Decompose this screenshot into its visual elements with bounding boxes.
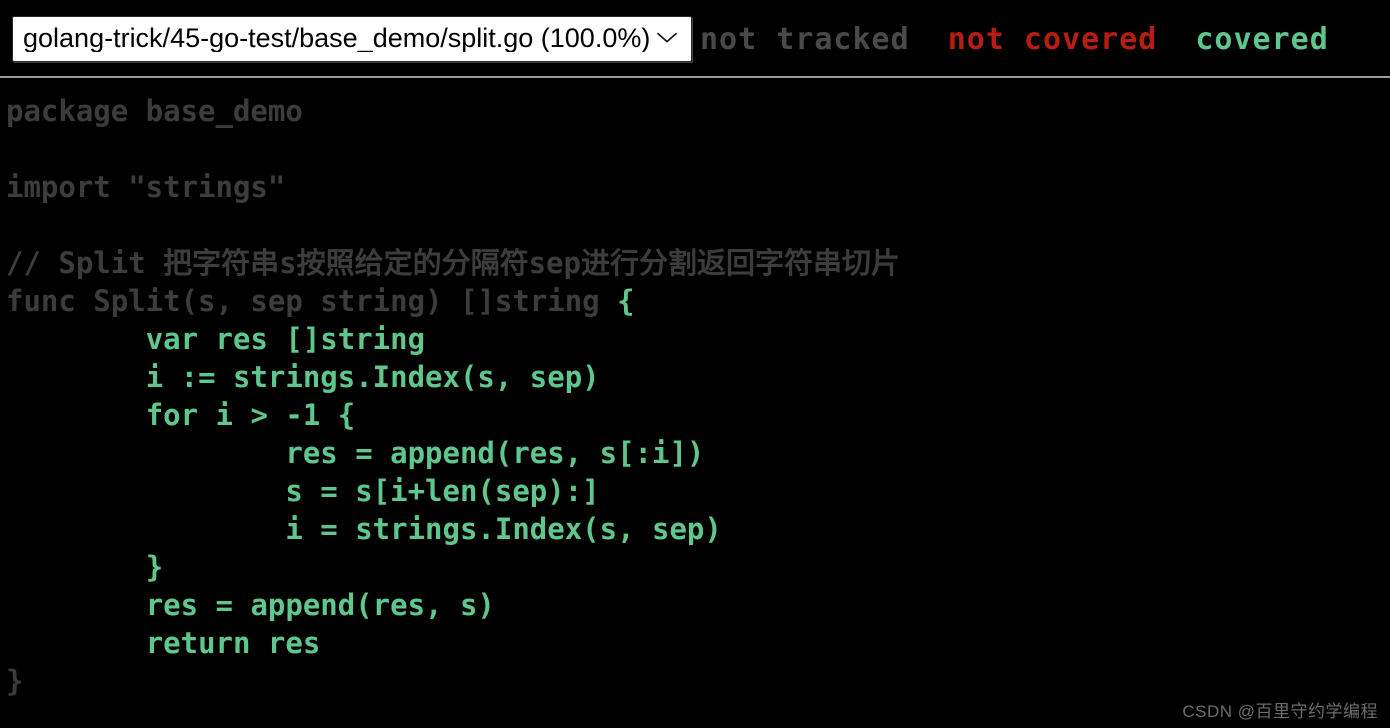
code-segment: func Split(s, sep string) []string [6, 284, 618, 318]
code-segment: // Split 把字符串s按照给定的分隔符sep进行分割返回字符串切片 [6, 246, 900, 280]
code-segment: i = strings.Index(s, sep) [6, 512, 722, 546]
code-segment: i := strings.Index(s, sep) [6, 360, 600, 394]
code-segment: for i > -1 { [6, 398, 356, 432]
file-select[interactable]: golang-trick/45-go-test/base_demo/split.… [12, 16, 692, 62]
source-code-block: package base_demo import "strings" // Sp… [0, 78, 1390, 700]
code-segment: package base_demo [6, 94, 303, 128]
code-segment: } [6, 664, 24, 698]
code-content-panel[interactable]: package base_demo import "strings" // Sp… [0, 78, 1390, 728]
code-segment: { [617, 284, 635, 318]
legend-item-covered: covered [1195, 21, 1329, 57]
code-segment: var res []string [6, 322, 426, 356]
legend-item-not-covered: not covered [947, 21, 1158, 57]
coverage-report-page: golang-trick/45-go-test/base_demo/split.… [0, 0, 1390, 728]
code-segment: } [6, 550, 164, 584]
code-segment: res = append(res, s[:i]) [6, 436, 705, 470]
coverage-legend: not tracked not covered covered [700, 0, 1329, 78]
code-segment: s = s[i+len(sep):] [6, 474, 600, 508]
legend-item-not-tracked: not tracked [700, 21, 910, 57]
code-segment: res = append(res, s) [6, 588, 495, 622]
code-segment: import "strings" [6, 170, 286, 204]
code-segment: return res [6, 626, 321, 660]
watermark: CSDN @百里守约学编程 [1182, 702, 1378, 721]
file-select-shell[interactable]: golang-trick/45-go-test/base_demo/split.… [12, 16, 692, 62]
file-selector-nav: golang-trick/45-go-test/base_demo/split.… [0, 0, 692, 78]
file-select-wrapper: golang-trick/45-go-test/base_demo/split.… [12, 16, 692, 62]
topbar: golang-trick/45-go-test/base_demo/split.… [0, 0, 1390, 78]
